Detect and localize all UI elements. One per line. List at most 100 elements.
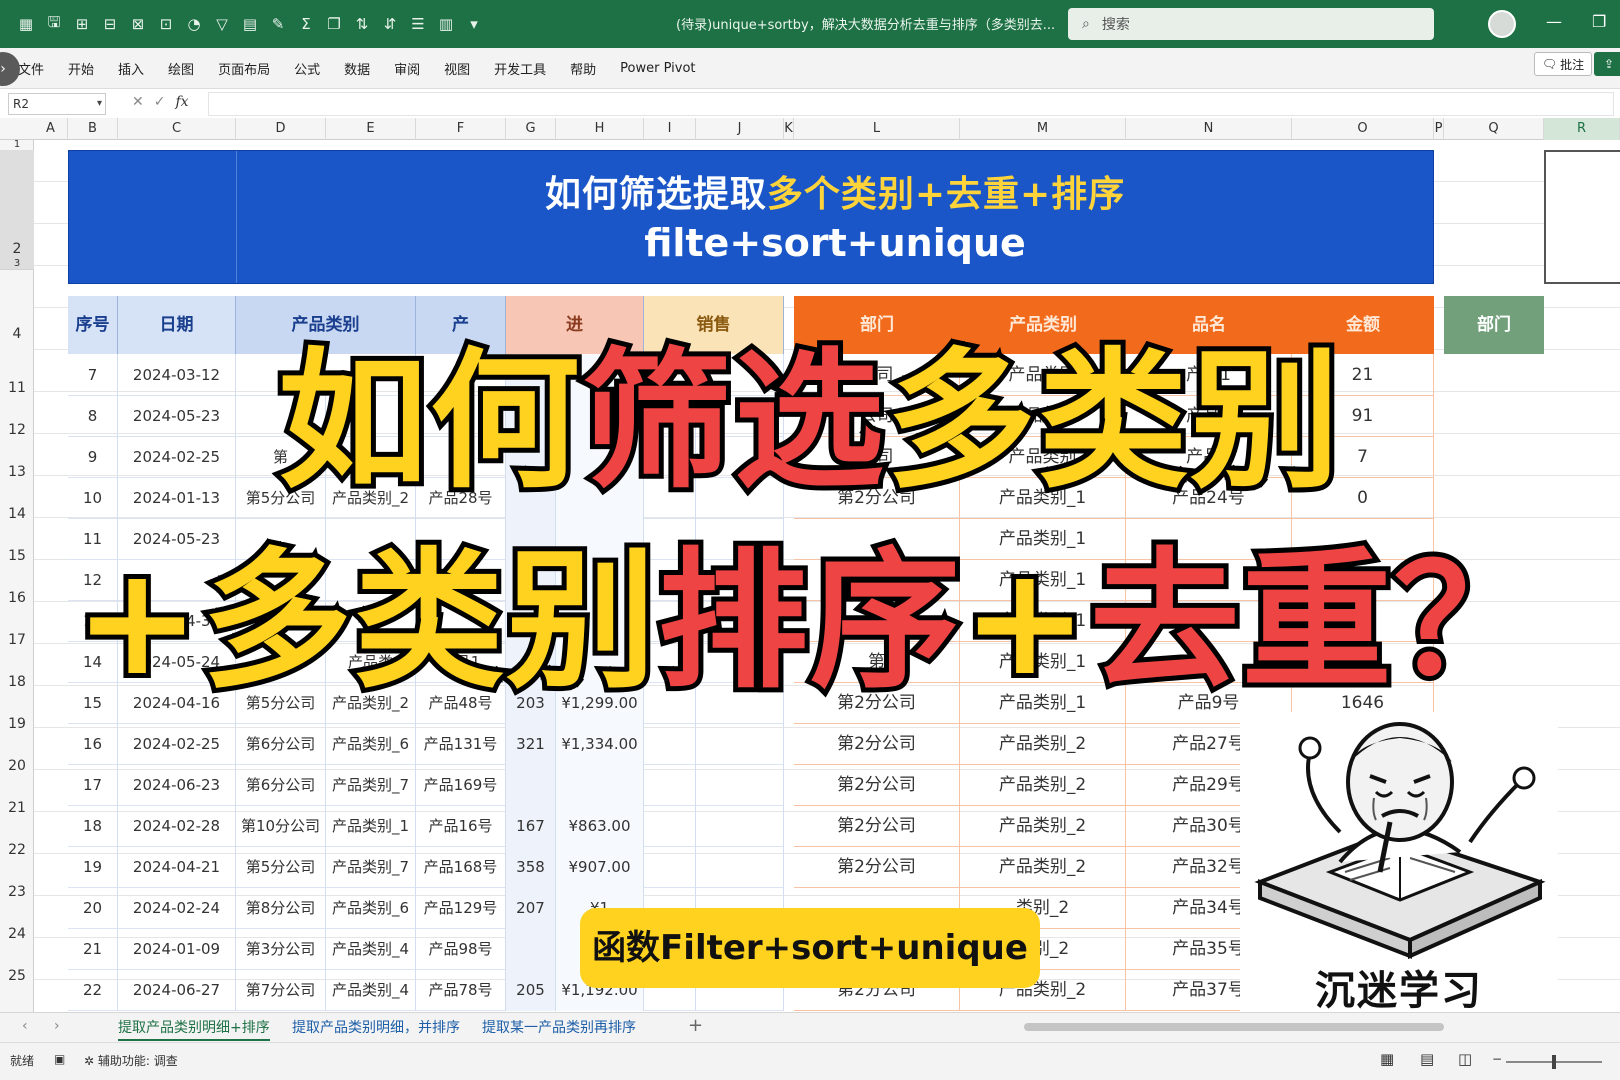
column-header[interactable]: Q	[1444, 118, 1544, 140]
add-sheet-icon[interactable]: +	[688, 1015, 703, 1036]
prev-sheet-icon[interactable]: ‹	[22, 1018, 28, 1034]
column-header[interactable]: M	[960, 118, 1126, 140]
tab-page-layout[interactable]: 页面布局	[218, 59, 270, 78]
table-cell[interactable]: 22	[68, 969, 118, 1011]
table-cell[interactable]: 18	[68, 805, 118, 847]
column-header[interactable]: A	[34, 118, 68, 140]
column-header[interactable]: G	[506, 118, 556, 140]
row-header[interactable]: 19	[0, 716, 34, 732]
table-cell[interactable]: 产品类别_7	[326, 846, 416, 888]
title-banner[interactable]: 如何筛选提取多个类别+去重+排序 filte+sort+unique	[68, 150, 1434, 284]
table-cell[interactable]: 第6分公司	[236, 764, 326, 806]
table-cell[interactable]: 第5分公司	[236, 846, 326, 888]
table-cell[interactable]: 产品16号	[416, 805, 506, 847]
copy-format-icon[interactable]: ❐	[322, 12, 346, 36]
table-cell[interactable]: 16	[68, 723, 118, 765]
column-header[interactable]: F	[416, 118, 506, 140]
document-title[interactable]: (待录)unique+sortby，解决大数据分析去重与排序（多类别去...	[676, 14, 1055, 33]
table-cell[interactable]: 2024-01-09	[118, 928, 236, 970]
sort-desc-icon[interactable]: ⇵	[378, 12, 402, 36]
table-cell[interactable]: 2024-02-25	[118, 723, 236, 765]
tab-formulas[interactable]: 公式	[294, 59, 320, 78]
row-header-group[interactable]: 2 3	[0, 150, 34, 270]
table-cell[interactable]: 产品169号	[416, 764, 506, 806]
tab-review[interactable]: 审阅	[394, 59, 420, 78]
table-cell[interactable]: 第8分公司	[236, 887, 326, 929]
tab-view[interactable]: 视图	[444, 59, 470, 78]
save-icon[interactable]: 🖫	[42, 12, 66, 36]
function-icon[interactable]: fx	[175, 94, 188, 110]
table-cell[interactable]: 产品类别_4	[326, 969, 416, 1011]
column-header[interactable]: J	[696, 118, 784, 140]
table-cell[interactable]	[506, 928, 556, 970]
horizontal-scrollbar[interactable]	[1024, 1023, 1444, 1031]
table-cell[interactable]: 第2分公司	[794, 764, 960, 806]
table-cell[interactable]	[644, 723, 696, 765]
table-cell[interactable]: 产品类别_2	[960, 805, 1126, 847]
row-header[interactable]: 25	[0, 968, 34, 984]
table-row[interactable]: 17 2024-06-23 第6分公司 产品类别_7 产品169号	[68, 764, 784, 806]
table-cell[interactable]: ¥907.00	[556, 846, 644, 888]
row-header[interactable]: 1	[0, 140, 34, 150]
table-cell[interactable]: 产品类别_6	[326, 887, 416, 929]
delete-rows-icon[interactable]: ⊟	[98, 12, 122, 36]
table-row[interactable]: 16 2024-02-25 第6分公司 产品类别_6 产品131号 321 ¥1,334.0…	[68, 723, 784, 765]
minimize-icon[interactable]: —	[1546, 12, 1562, 31]
column-header[interactable]: O	[1292, 118, 1434, 140]
share-button[interactable]: ⇪	[1594, 52, 1620, 76]
tab-insert[interactable]: 插入	[118, 59, 144, 78]
table-cell[interactable]: 产品类别_6	[326, 723, 416, 765]
tab-help[interactable]: 帮助	[570, 59, 596, 78]
table-cell[interactable]	[644, 805, 696, 847]
unmerge-icon[interactable]: ⊡	[154, 12, 178, 36]
row-header[interactable]: 22	[0, 842, 34, 858]
table-cell[interactable]: 产品类别_7	[326, 764, 416, 806]
table-cell[interactable]: 第3分公司	[236, 928, 326, 970]
tab-data[interactable]: 数据	[344, 59, 370, 78]
row-header[interactable]: 24	[0, 926, 34, 942]
column-header[interactable]: N	[1126, 118, 1292, 140]
table-cell[interactable]: 358	[506, 846, 556, 888]
tab-file[interactable]: 文件	[18, 59, 44, 78]
normal-view-icon[interactable]: ▦	[1380, 1050, 1394, 1068]
row-header[interactable]: 23	[0, 884, 34, 900]
table-cell[interactable]: 205	[506, 969, 556, 1011]
table-cell[interactable]: 167	[506, 805, 556, 847]
column-header[interactable]: K	[784, 118, 794, 140]
table-cell[interactable]: 产品类别_1	[326, 805, 416, 847]
table-cell[interactable]: 第10分公司	[236, 805, 326, 847]
align-icon[interactable]: ☰	[406, 12, 430, 36]
name-box[interactable]: R2 ▾	[8, 93, 106, 115]
table-icon[interactable]: ▤	[238, 12, 262, 36]
table-cell[interactable]: 产品类别_2	[960, 846, 1126, 888]
table-cell[interactable]: 2024-02-24	[118, 887, 236, 929]
cancel-icon[interactable]: ✕	[132, 94, 144, 110]
user-avatar[interactable]	[1488, 10, 1516, 38]
tab-power-pivot[interactable]: Power Pivot	[620, 61, 695, 76]
next-sheet-icon[interactable]: ›	[54, 1018, 60, 1034]
table-cell[interactable]: 2024-06-27	[118, 969, 236, 1011]
column-header[interactable]: E	[326, 118, 416, 140]
column-header[interactable]: C	[118, 118, 236, 140]
formula-input[interactable]	[208, 92, 1614, 116]
table-cell[interactable]	[644, 846, 696, 888]
chevron-down-icon[interactable]: ▾	[97, 94, 102, 114]
table-row[interactable]: 18 2024-02-28 第10分公司 产品类别_1 产品16号 167 ¥863.00	[68, 805, 784, 847]
sum-icon[interactable]: Σ	[294, 12, 318, 36]
table-cell[interactable]: 产品131号	[416, 723, 506, 765]
table-cell[interactable]: 2024-02-28	[118, 805, 236, 847]
row-header[interactable]: 21	[0, 800, 34, 816]
zoom-slider-thumb[interactable]	[1552, 1055, 1556, 1069]
row-header[interactable]: 20	[0, 758, 34, 774]
freeze-icon[interactable]: ▥	[434, 12, 458, 36]
zoom-out-icon[interactable]: −	[1492, 1052, 1502, 1066]
sheet-tab[interactable]: 提取某一产品类别再排序	[482, 1017, 636, 1037]
table-cell[interactable]	[696, 846, 784, 888]
shapes-icon[interactable]: ◔	[182, 12, 206, 36]
table-cell[interactable]: 产品类别_2	[960, 723, 1126, 765]
table-row[interactable]: 19 2024-04-21 第5分公司 产品类别_7 产品168号 358 ¥907.00	[68, 846, 784, 888]
column-header[interactable]: B	[68, 118, 118, 140]
search-box[interactable]: ⌕ 搜索	[1068, 8, 1434, 40]
table-cell[interactable]: 产品168号	[416, 846, 506, 888]
column-header[interactable]: I	[644, 118, 696, 140]
